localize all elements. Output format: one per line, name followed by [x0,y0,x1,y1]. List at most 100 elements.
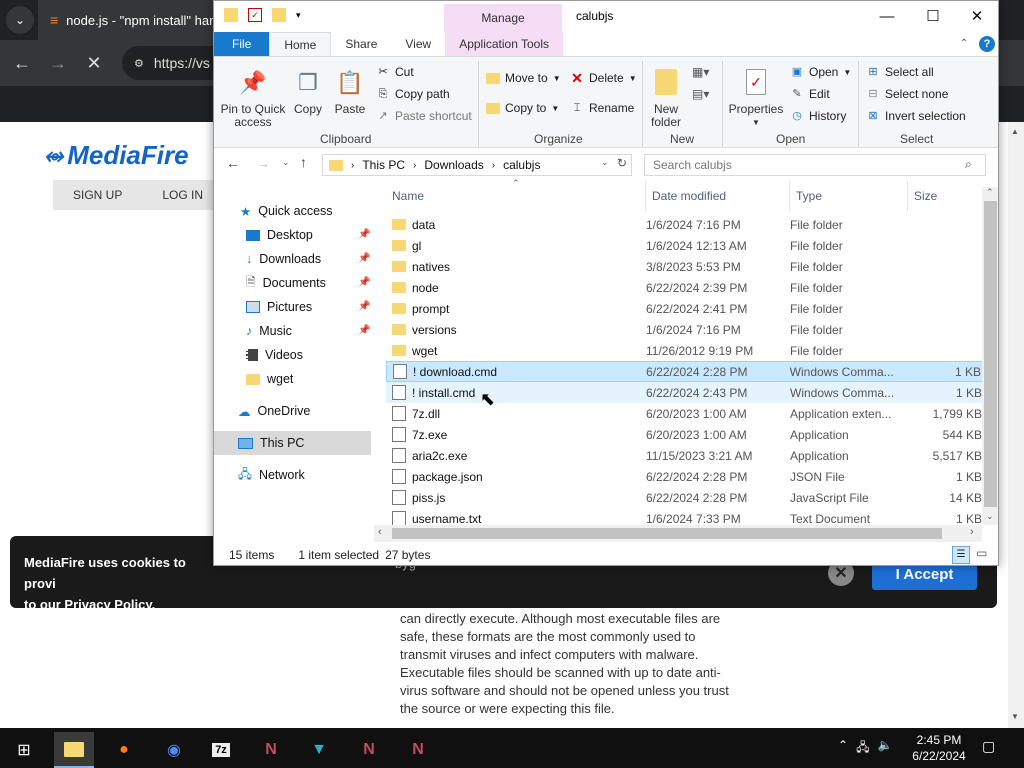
scroll-down-icon[interactable]: ⌄ [986,511,994,522]
login-link[interactable]: LOG IN [142,180,223,210]
file-list-scrollbar[interactable]: ⌃ ⌄ [982,187,998,525]
file-row[interactable]: piss.js 6/22/2024 2:28 PM JavaScript File 1… [386,487,984,508]
search-input[interactable]: Search calubjs [653,158,732,172]
file-row[interactable]: aria2c.exe 11/15/2023 3:21 AM Application 5… [386,445,984,466]
breadcrumb-this-pc[interactable]: This PC [362,158,405,172]
file-row[interactable]: data 1/6/2024 7:16 PM File folder [386,214,984,235]
file-row[interactable]: gl 1/6/2024 12:13 AM File folder [386,235,984,256]
explorer-title-bar[interactable]: ✓ ▾ Manage calubjs — ☐ ✕ [214,1,998,32]
edit-button[interactable]: ✎ Edit [790,87,829,101]
back-arrow-icon[interactable]: ← [226,155,240,171]
file-row[interactable]: package.json 6/22/2024 2:28 PM JSON File 1 … [386,466,984,487]
move-to-button[interactable]: Move to ▼ [486,71,561,85]
7zip-icon[interactable]: 7z [201,732,241,768]
scroll-left-icon[interactable]: ‹ [378,526,382,538]
pin-icon[interactable]: 📌 [358,253,370,264]
copy-button[interactable]: ❐ Copy [290,65,326,116]
windows-start-icon[interactable]: ⊞ [4,732,44,768]
file-row[interactable]: wget 11/26/2012 9:19 PM File folder [386,340,984,361]
column-header-type[interactable]: Type [790,181,908,211]
customize-toolbar-icon[interactable]: ▾ [296,10,301,21]
taskbar-clock[interactable]: 2:45 PM 6/22/2024 [906,732,972,764]
chrome-icon[interactable]: ◉ [154,732,194,768]
collapse-ribbon-icon[interactable]: ⌃ [960,38,968,49]
paste-shortcut-button[interactable]: ↗ Paste shortcut [376,109,471,123]
horizontal-scrollbar[interactable]: ‹ › [374,525,982,542]
browser-tab-active[interactable]: ≡ node.js - "npm install" har [38,0,218,40]
nav-item-wget[interactable]: wget [246,367,293,391]
address-dropdown-icon[interactable]: ⌄ [601,157,609,168]
forward-arrow-icon[interactable]: → [256,155,270,171]
file-row[interactable]: node 6/22/2024 2:39 PM File folder [386,277,984,298]
new-folder-quick-icon[interactable] [272,8,286,22]
nav-item-music[interactable]: ♪ Music [246,319,292,343]
breadcrumb-calubjs[interactable]: calubjs [503,158,540,172]
copy-to-button[interactable]: Copy to ▼ [486,101,559,115]
nav-onedrive[interactable]: ☁ OneDrive [238,399,310,423]
large-icons-view-icon[interactable]: ▭ [976,546,987,560]
pin-icon[interactable]: 📌 [358,277,370,288]
invert-selection-button[interactable]: ⊠ Invert selection [866,109,965,123]
column-header-size[interactable]: Size [908,181,984,211]
file-explorer-taskbar-icon[interactable] [54,732,94,768]
file-row[interactable]: prompt 6/22/2024 2:41 PM File folder [386,298,984,319]
tab-share[interactable]: Share [331,32,391,56]
paste-button[interactable]: 📋 Paste [332,65,368,116]
copy-path-button[interactable]: ⎘ Copy path [376,87,450,101]
scrollbar-thumb[interactable] [392,528,942,539]
nav-item-downloads[interactable]: ↓ Downloads [246,247,321,271]
chevron-right-icon[interactable]: › [413,160,416,171]
breadcrumb-downloads[interactable]: Downloads [424,158,483,172]
column-header-date[interactable]: Date modified [646,181,790,211]
stop-loading-icon[interactable]: ✕ [80,49,108,77]
chevron-right-icon[interactable]: › [492,160,495,171]
nav-item-documents[interactable]: 🗎 Documents [246,271,326,295]
help-icon[interactable]: ? [979,36,995,52]
nav-item-pictures[interactable]: Pictures [246,295,312,319]
refresh-icon[interactable]: ↻ [617,156,627,170]
new-folder-button[interactable]: New folder [646,65,686,129]
tab-application-tools[interactable]: Application Tools [445,32,564,56]
nav-quick-access[interactable]: ★ Quick access [240,199,333,223]
address-path-box[interactable]: › This PC › Downloads › calubjs ⌄ ↻ [322,154,632,176]
properties-quick-icon[interactable]: ✓ [248,8,262,22]
nav-item-desktop[interactable]: Desktop [246,223,313,247]
manage-contextual-tab[interactable]: Manage [444,4,562,32]
back-arrow-icon[interactable]: ← [8,49,36,77]
pin-icon[interactable]: 📌 [358,325,370,336]
tab-view[interactable]: View [391,32,445,56]
file-row[interactable]: 7z.exe 6/20/2023 1:00 AM Application 544 KB [386,424,984,445]
show-hidden-icons-icon[interactable]: ⌃ [838,738,848,759]
scroll-right-icon[interactable]: › [970,526,974,538]
pin-icon[interactable]: 📌 [358,229,370,240]
chevron-right-icon[interactable]: › [351,160,354,171]
forward-arrow-icon[interactable]: → [44,49,72,77]
nav-network[interactable]: 🖧 Network [238,463,305,487]
cut-button[interactable]: ✂ Cut [376,65,413,79]
select-none-button[interactable]: ⊟ Select none [866,87,948,101]
file-row[interactable]: natives 3/8/2023 5:53 PM File folder [386,256,984,277]
history-button[interactable]: ◷ History [790,109,846,123]
app-n-icon[interactable]: N [251,732,291,768]
nav-item-videos[interactable]: Videos [246,343,303,367]
search-icon[interactable]: ⌕ [965,157,972,172]
column-header-name[interactable]: Name [386,181,646,211]
notifications-icon[interactable]: ▢ [982,738,995,755]
search-box[interactable]: Search calubjs ⌕ [644,154,986,176]
scroll-down-icon[interactable]: ▼ [1011,712,1019,721]
tab-file[interactable]: File [214,32,270,56]
file-row[interactable]: ! download.cmd 6/22/2024 2:28 PM Windows C… [386,361,984,382]
scroll-up-icon[interactable]: ⌃ [986,187,994,198]
file-row[interactable]: versions 1/6/2024 7:16 PM File folder [386,319,984,340]
file-row[interactable]: ! install.cmd 6/22/2024 2:43 PM Windows Co… [386,382,984,403]
scrollbar-thumb[interactable] [984,201,997,507]
app-n-icon[interactable]: N [349,732,389,768]
site-info-icon[interactable]: ⚙ [134,57,144,70]
tab-home[interactable]: Home [269,32,332,56]
details-view-icon[interactable]: ☰ [952,546,970,564]
signup-link[interactable]: SIGN UP [53,180,142,210]
pin-quick-access-button[interactable]: 📌 Pin to Quick access [220,65,286,129]
tab-search-button[interactable]: ⌄ [6,6,34,34]
app-n-icon[interactable]: N [398,732,438,768]
open-button[interactable]: ▣ Open ▼ [790,65,851,79]
